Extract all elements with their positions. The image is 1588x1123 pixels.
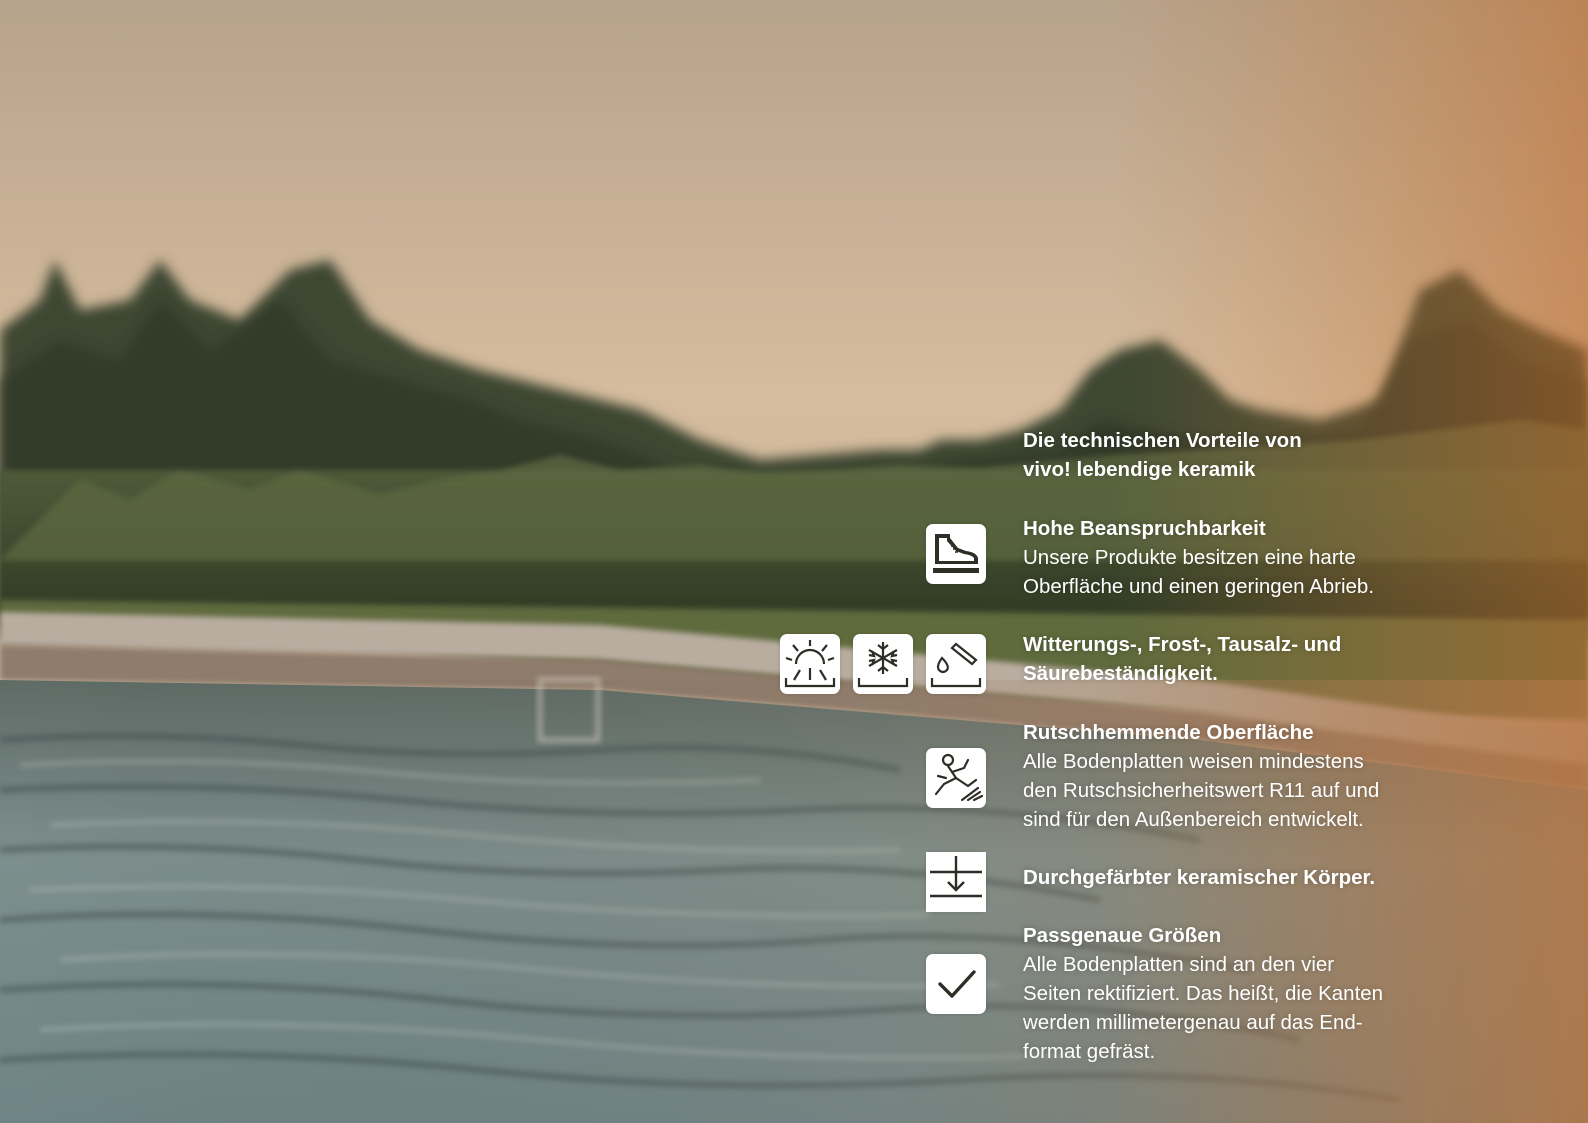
feature-body-line: den Rutschsicherheitswert R11 auf und — [1023, 779, 1380, 802]
heading-line-2: vivo! lebendige keramik — [1023, 458, 1256, 481]
feature-title-line: Säurebeständigkeit. — [1023, 662, 1218, 685]
feature-body-line: Oberfläche und einen geringen Abrieb. — [1023, 575, 1375, 598]
snowflake-icon — [853, 634, 913, 694]
feature-title: Durchgefärbter keramischer Körper. — [1023, 866, 1376, 889]
feature-slip-resistance: Rutschhemmende Oberfläche Alle Bodenplat… — [1023, 718, 1463, 834]
shoe-icon — [926, 524, 986, 584]
slipping-person-icon — [926, 748, 986, 808]
feature-title: Hohe Beanspruchbarkeit — [1023, 517, 1266, 540]
feature-body-line: format gefräst. — [1023, 1040, 1156, 1063]
feature-body-line: Alle Bodenplatten weisen mindestens — [1023, 750, 1364, 773]
feature-precise-sizes: Passgenaue Größen Alle Bodenplatten sind… — [1023, 921, 1463, 1066]
acid-drop-icon — [926, 634, 986, 694]
feature-body-line: Unsere Produkte besitzen eine harte — [1023, 546, 1356, 569]
feature-title-line: Witterungs-, Frost-, Tausalz- und — [1023, 633, 1342, 656]
feature-body-line: sind für den Außenbereich entwickelt. — [1023, 808, 1364, 831]
feature-title: Passgenaue Größen — [1023, 924, 1222, 947]
feature-title: Rutschhemmende Oberfläche — [1023, 721, 1314, 744]
feature-body-line: werden millimetergenau auf das End- — [1023, 1011, 1363, 1034]
feature-body-line: Alle Bodenplatten sind an den vier — [1023, 953, 1335, 976]
checkmark-icon — [926, 954, 986, 1014]
heading-line-1: Die technischen Vorteile von — [1023, 429, 1302, 452]
feature-durability: Hohe Beanspruchbarkeit Unsere Produkte b… — [1023, 514, 1463, 601]
sun-icon — [780, 634, 840, 694]
through-colored-body-icon — [926, 852, 986, 912]
feature-weather-resistance: Witterungs-, Frost-, Tausalz- und Säureb… — [1023, 630, 1463, 688]
feature-body-line: Seiten rektifiziert. Das heißt, die Kant… — [1023, 982, 1384, 1005]
page-heading: Die technischen Vorteile von vivo! leben… — [1023, 426, 1463, 484]
feature-through-colored: Durchgefärbter keramischer Körper. — [1023, 863, 1463, 892]
